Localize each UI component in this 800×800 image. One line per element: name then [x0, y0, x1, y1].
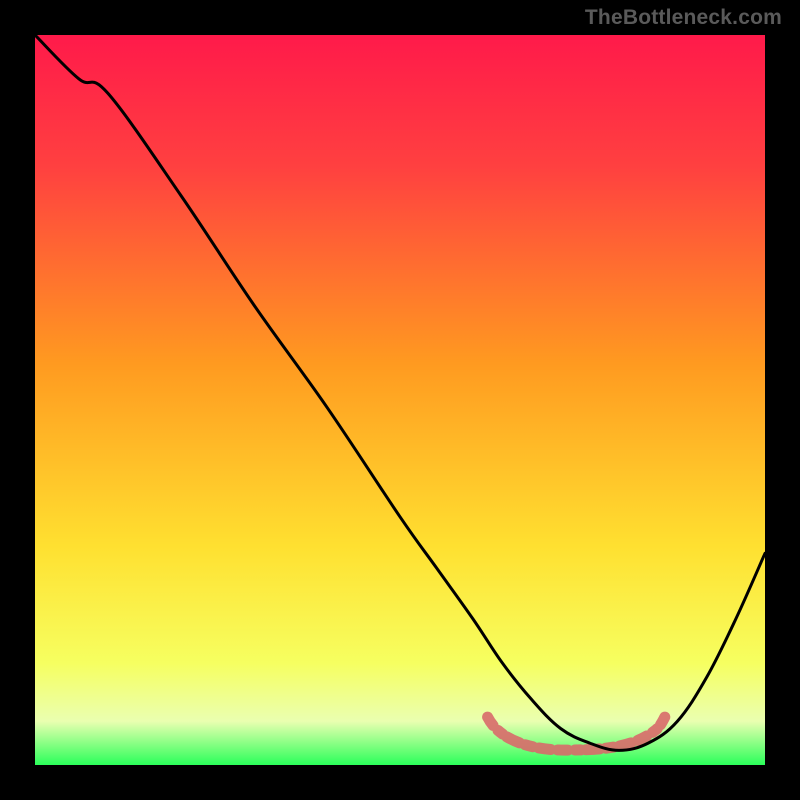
- curve-layer: [35, 35, 765, 765]
- chart-frame: TheBottleneck.com: [0, 0, 800, 800]
- watermark-text: TheBottleneck.com: [585, 6, 782, 30]
- bottleneck-curve: [35, 35, 765, 750]
- plot-area: [35, 35, 765, 765]
